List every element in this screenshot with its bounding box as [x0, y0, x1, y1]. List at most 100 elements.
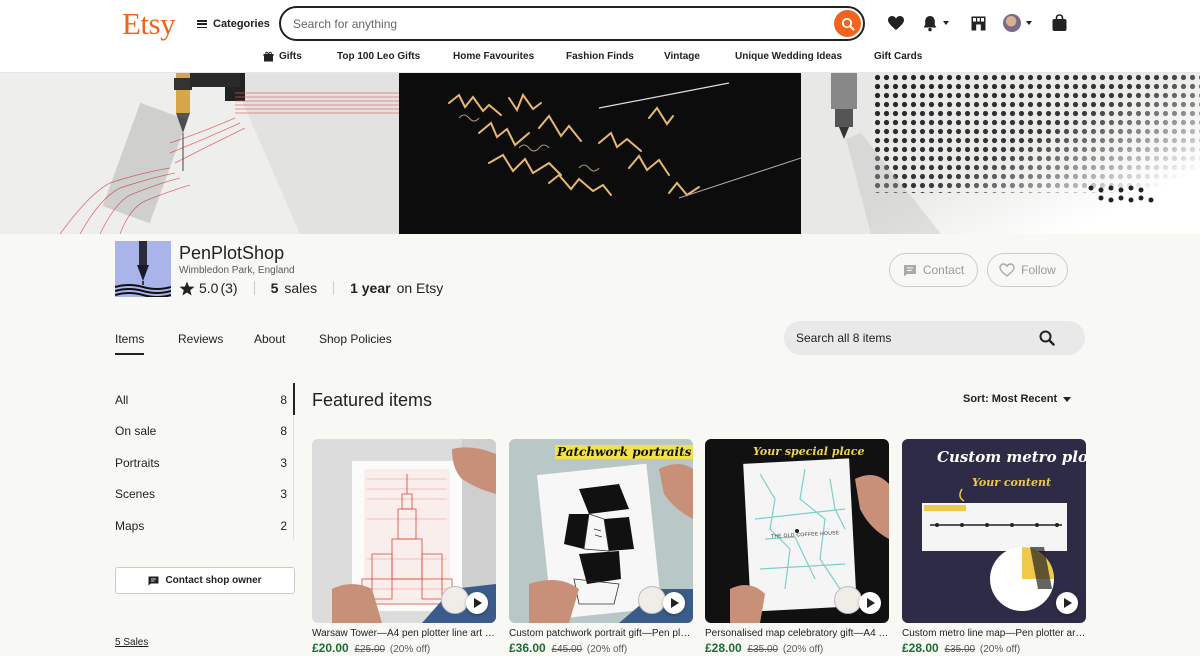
contact-button[interactable]: Contact	[889, 253, 978, 287]
play-icon	[1064, 598, 1072, 608]
section-label: Portraits	[115, 456, 160, 470]
section-label: On sale	[115, 424, 157, 438]
heart-icon	[888, 16, 904, 30]
listing-card[interactable]: Custom metro plot Your content Custom me…	[902, 439, 1086, 656]
listing-price: £20.00	[312, 641, 349, 655]
listing-price: £36.00	[509, 641, 546, 655]
shop-manager-button[interactable]	[968, 13, 988, 33]
listing-original-price: £45.00	[551, 644, 583, 655]
tab-reviews[interactable]: Reviews	[178, 332, 223, 346]
notifications-button[interactable]	[920, 13, 940, 33]
avatar[interactable]	[1003, 14, 1021, 32]
search-button[interactable]	[834, 10, 861, 37]
listing-overlay-subtext: Your content	[972, 476, 1052, 489]
section-scenes[interactable]: Scenes 3	[115, 485, 287, 503]
sales-link[interactable]: 5 Sales	[115, 637, 148, 648]
shop-location: Wimbledon Park, England	[179, 265, 295, 276]
active-tab-indicator	[115, 353, 144, 355]
section-on-sale[interactable]: On sale 8	[115, 422, 287, 440]
favorites-button[interactable]	[886, 13, 906, 33]
sales-count: 5	[270, 280, 279, 296]
heart-icon	[999, 263, 1015, 277]
listing-title[interactable]: Custom patchwork portrait gift—Pen plott…	[509, 628, 693, 639]
nav-gifts[interactable]: Gifts	[263, 51, 302, 62]
play-video-button[interactable]	[466, 592, 488, 614]
listing-title[interactable]: Custom metro line map—Pen plotter art pr…	[902, 628, 1086, 639]
listing-image[interactable]: Patchwork portraits	[509, 439, 693, 623]
listing-title[interactable]: Warsaw Tower—A4 pen plotter line art pri…	[312, 628, 496, 639]
contact-shop-owner-button[interactable]: Contact shop owner	[115, 567, 295, 594]
contact-shop-owner-label: Contact shop owner	[165, 575, 262, 586]
gift-icon	[263, 51, 274, 62]
chevron-down-icon	[943, 21, 949, 25]
play-video-button[interactable]	[859, 592, 881, 614]
listing-discount: (20% off)	[586, 644, 628, 655]
listing-image[interactable]: Your special place THE OLD COFFEE HOUSE	[705, 439, 889, 623]
listing-price: £28.00	[705, 641, 742, 655]
star-icon	[179, 281, 195, 295]
etsy-logo[interactable]: Etsy	[122, 6, 176, 42]
shop-name: PenPlotShop	[179, 243, 285, 263]
site-header: Etsy Categories Gifts Top 100 Leo Gifts …	[0, 0, 1200, 73]
listing-image[interactable]	[312, 439, 496, 623]
follow-button[interactable]: Follow	[987, 253, 1068, 287]
play-icon	[867, 598, 875, 608]
section-label: Maps	[115, 519, 145, 533]
shop-icon	[971, 16, 985, 30]
category-nav: Gifts Top 100 Leo Gifts Home Favourites …	[0, 48, 1200, 68]
nav-unique-wedding-ideas[interactable]: Unique Wedding Ideas	[735, 51, 842, 62]
tab-about[interactable]: About	[254, 332, 285, 346]
play-video-button[interactable]	[1056, 592, 1078, 614]
listing-image[interactable]: Custom metro plot Your content	[902, 439, 1086, 623]
listing-price-row: £28.00 £35.00 (20% off)	[705, 641, 823, 655]
chevron-down-icon	[1063, 396, 1072, 402]
section-maps[interactable]: Maps 2	[115, 517, 287, 535]
search-icon[interactable]	[1039, 330, 1055, 346]
video-thumbnail	[834, 586, 862, 614]
tab-items[interactable]: Items	[115, 332, 144, 346]
listing-price: £28.00	[902, 641, 939, 655]
section-label: Scenes	[115, 487, 156, 501]
tab-shop-policies[interactable]: Shop Policies	[319, 332, 392, 346]
listing-title[interactable]: Personalised map celebratory gift—A4 pen…	[705, 628, 889, 639]
listing-overlay-text: Custom metro plot	[937, 448, 1086, 466]
listing-card[interactable]: Your special place THE OLD COFFEE HOUSE …	[705, 439, 889, 656]
chevron-down-icon	[1026, 21, 1032, 25]
listing-card[interactable]: Patchwork portraits Custom patchwork por…	[509, 439, 693, 656]
video-thumbnail	[441, 586, 469, 614]
hamburger-icon	[197, 20, 207, 28]
shop-logo[interactable]	[115, 241, 171, 297]
nav-fashion-finds[interactable]: Fashion Finds	[566, 51, 634, 62]
search-input[interactable]	[293, 8, 823, 39]
categories-button[interactable]: Categories	[197, 16, 270, 32]
play-icon	[671, 598, 679, 608]
listing-price-row: £36.00 £45.00 (20% off)	[509, 641, 627, 655]
section-count: 8	[280, 393, 287, 407]
review-count[interactable]: (3)	[220, 280, 237, 296]
active-section-indicator	[293, 383, 295, 415]
listing-card[interactable]: Warsaw Tower—A4 pen plotter line art pri…	[312, 439, 496, 656]
section-portraits[interactable]: Portraits 3	[115, 454, 287, 472]
cart-button[interactable]	[1049, 13, 1069, 33]
nav-home-favourites[interactable]: Home Favourites	[453, 51, 534, 62]
section-count: 3	[280, 487, 287, 501]
nav-vintage[interactable]: Vintage	[664, 51, 700, 62]
listing-price-row: £20.00 £25.00 (20% off)	[312, 641, 430, 655]
sidebar-divider	[293, 415, 294, 540]
nav-gifts-label: Gifts	[279, 51, 302, 62]
sales-label: sales	[284, 280, 318, 296]
shop-search-input[interactable]	[796, 321, 1036, 355]
play-video-button[interactable]	[663, 592, 685, 614]
nav-top-100-leo-gifts[interactable]: Top 100 Leo Gifts	[337, 51, 420, 62]
listing-original-price: £35.00	[747, 644, 779, 655]
section-count: 8	[280, 424, 287, 438]
nav-gift-cards[interactable]: Gift Cards	[874, 51, 922, 62]
sort-dropdown[interactable]: Sort: Most Recent	[963, 393, 1072, 405]
search-bar	[279, 6, 865, 41]
shop-search-bar	[784, 321, 1085, 355]
section-all[interactable]: All 8	[115, 391, 287, 409]
bell-icon	[923, 15, 937, 31]
categories-label: Categories	[213, 18, 270, 30]
listing-original-price: £35.00	[944, 644, 976, 655]
tenure-value: 1 year	[350, 280, 391, 296]
